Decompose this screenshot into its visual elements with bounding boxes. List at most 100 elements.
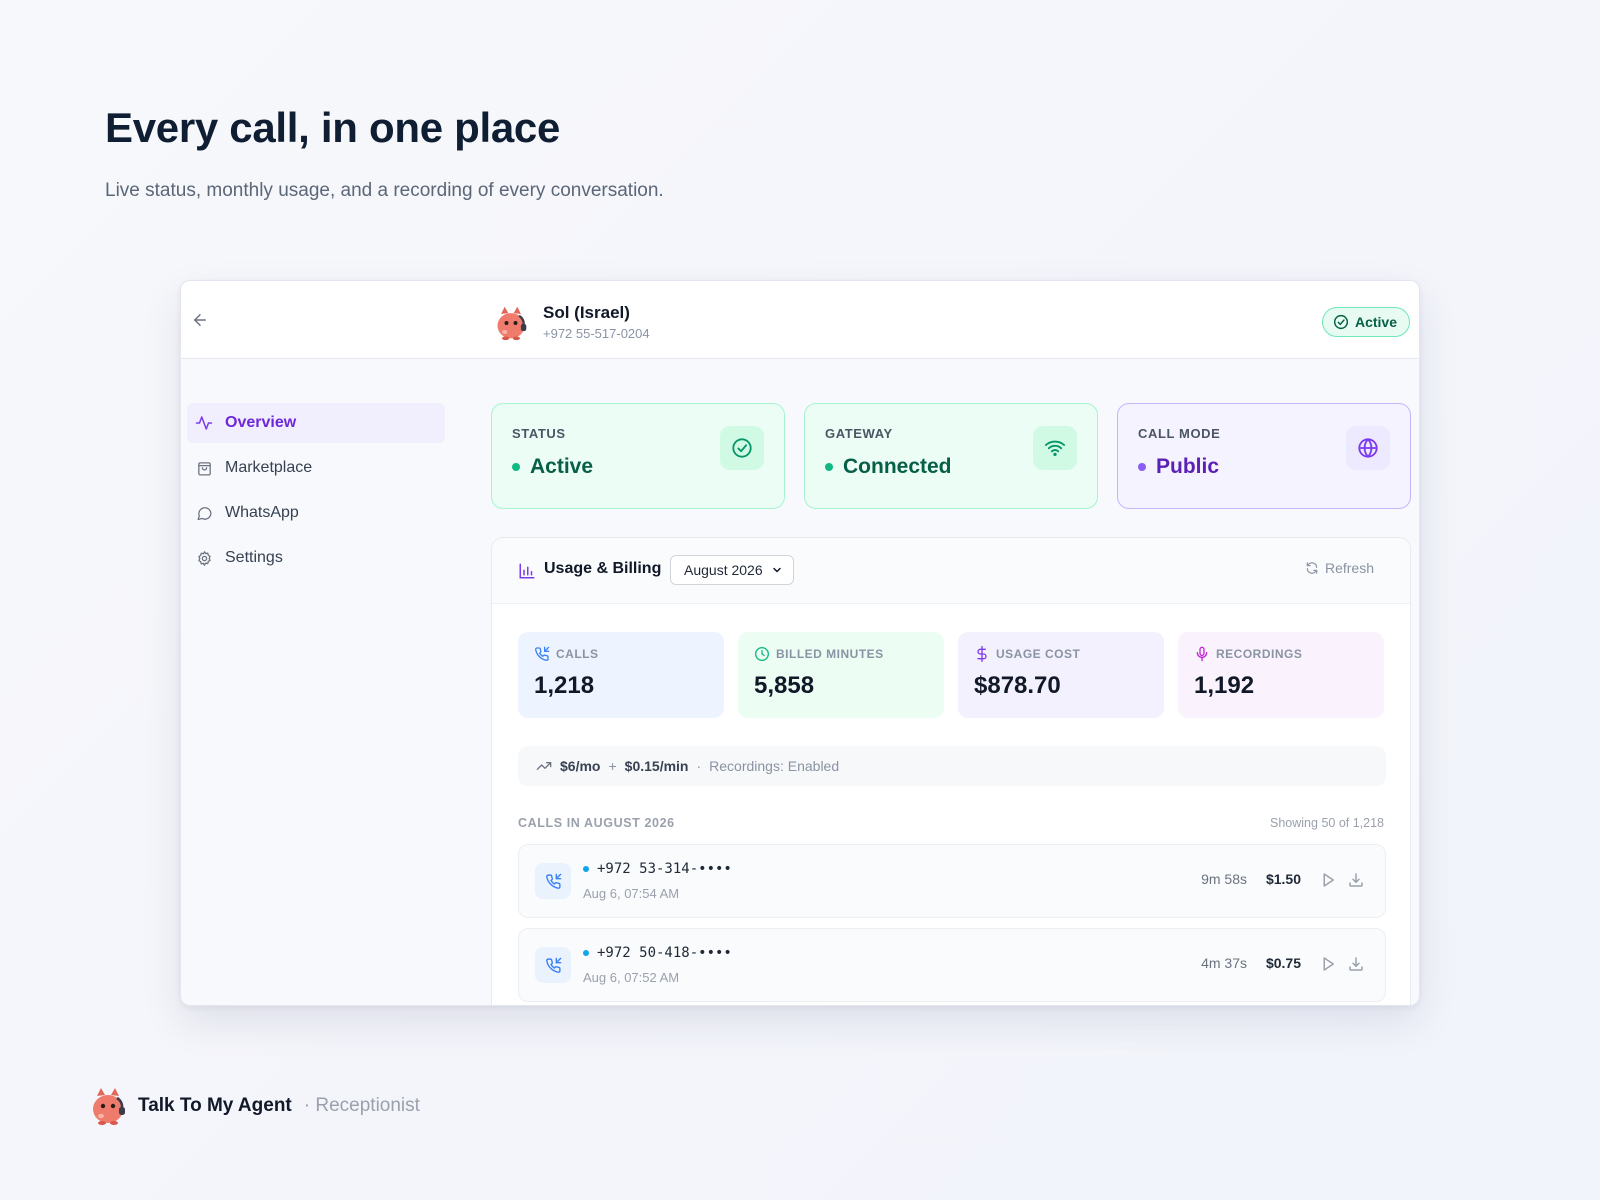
download-icon[interactable] bbox=[1347, 955, 1365, 973]
mic-icon bbox=[1196, 646, 1208, 662]
metric-label-row: BILLED MINUTES bbox=[754, 646, 928, 662]
message-circle-icon bbox=[195, 504, 213, 522]
call-mode-card: CALL MODE Public bbox=[1117, 403, 1411, 509]
call-status-dot bbox=[583, 866, 589, 872]
call-number-row: +972 53-314-•••• bbox=[583, 861, 732, 877]
call-cost: $0.75 bbox=[1265, 955, 1301, 971]
call-duration: 4m 37s bbox=[1201, 955, 1247, 971]
call-number: +972 53-314-•••• bbox=[597, 861, 732, 877]
download-icon[interactable] bbox=[1347, 871, 1365, 889]
usage-billing-panel: Usage & Billing August 2026 Refresh CALL… bbox=[491, 537, 1411, 1005]
back-button[interactable] bbox=[187, 307, 213, 333]
price-separator: · bbox=[696, 758, 702, 774]
status-dot bbox=[512, 463, 520, 471]
metric-value: 5,858 bbox=[754, 672, 815, 699]
status-value: Active bbox=[530, 455, 594, 478]
refresh-label: Refresh bbox=[1324, 560, 1374, 576]
globe-icon bbox=[1346, 426, 1390, 470]
brand-name: Talk To My Agent bbox=[138, 1095, 292, 1116]
call-time: Aug 6, 07:52 AM bbox=[583, 970, 680, 985]
metric-label-row: USAGE COST bbox=[974, 646, 1148, 662]
status-dot bbox=[825, 463, 833, 471]
sidebar-nav: Overview Marketplace WhatsApp Settings bbox=[187, 403, 445, 583]
refresh-button[interactable]: Refresh bbox=[1305, 560, 1374, 576]
metric-usage-cost: USAGE COST $878.70 bbox=[958, 632, 1164, 718]
status-badge: Active bbox=[1321, 307, 1410, 337]
call-number: +972 50-418-•••• bbox=[597, 945, 732, 961]
metric-label: USAGE COST bbox=[996, 647, 1081, 661]
metric-label-row: CALLS bbox=[534, 646, 708, 662]
clock-icon bbox=[755, 647, 769, 661]
metric-label: RECORDINGS bbox=[1216, 647, 1303, 661]
call-status-dot bbox=[583, 950, 589, 956]
sidebar-item-label: Marketplace bbox=[225, 459, 313, 476]
billing-header: Usage & Billing August 2026 Refresh bbox=[492, 538, 1410, 604]
call-row[interactable]: +972 53-314-•••• Aug 6, 07:54 AM 9m 58s … bbox=[518, 844, 1386, 918]
check-circle-icon bbox=[1333, 314, 1349, 330]
status-dot bbox=[1138, 463, 1146, 471]
metric-value: 1,192 bbox=[1194, 672, 1255, 699]
call-time: Aug 6, 07:54 AM bbox=[583, 886, 680, 901]
wifi-icon bbox=[1033, 426, 1077, 470]
refresh-icon bbox=[1306, 562, 1318, 574]
call-row[interactable]: +972 50-418-•••• Aug 6, 07:52 AM 4m 37s … bbox=[518, 928, 1386, 1002]
billing-title: Usage & Billing bbox=[544, 560, 662, 577]
sidebar-item-marketplace[interactable]: Marketplace bbox=[187, 448, 445, 488]
sidebar-item-label: Overview bbox=[225, 414, 297, 431]
pricing-summary: $6/mo + $0.15/min · Recordings: Enabled bbox=[518, 746, 1386, 786]
recordings-setting: Recordings: Enabled bbox=[709, 758, 840, 774]
agent-phone: +972 55-517-0204 bbox=[543, 326, 650, 341]
metric-value: $878.70 bbox=[974, 672, 1061, 699]
phone-incoming-icon bbox=[535, 947, 571, 983]
hero-subtitle: Live status, monthly usage, and a record… bbox=[105, 180, 664, 201]
brand-product: · Receptionist bbox=[303, 1095, 420, 1116]
status-card: STATUS Active bbox=[491, 403, 785, 509]
gateway-card: GATEWAY Connected bbox=[804, 403, 1098, 509]
play-icon[interactable] bbox=[1319, 955, 1337, 973]
metric-value: 1,218 bbox=[534, 672, 595, 699]
calls-section-label: CALLS IN AUGUST 2026 bbox=[518, 816, 675, 830]
arrow-left-icon bbox=[194, 314, 206, 326]
agent-avatar bbox=[497, 306, 527, 341]
metric-label: CALLS bbox=[556, 647, 599, 661]
sidebar-item-overview[interactable]: Overview bbox=[187, 403, 445, 443]
bar-chart-icon bbox=[518, 562, 536, 585]
call-cost: $1.50 bbox=[1265, 871, 1301, 887]
metric-billed-minutes: BILLED MINUTES 5,858 bbox=[738, 632, 944, 718]
metric-label: BILLED MINUTES bbox=[776, 647, 884, 661]
play-icon[interactable] bbox=[1319, 871, 1337, 889]
top-bar: Sol (Israel) +972 55-517-0204 Active bbox=[181, 281, 1419, 359]
chevron-down-icon bbox=[773, 567, 781, 573]
gear-icon bbox=[195, 549, 213, 567]
gateway-value: Connected bbox=[843, 455, 952, 478]
brand-footer: Talk To My Agent · Receptionist bbox=[88, 1086, 420, 1126]
agent-name: Sol (Israel) bbox=[543, 303, 630, 322]
metric-label-row: RECORDINGS bbox=[1194, 646, 1368, 662]
call-mode-value: Public bbox=[1156, 455, 1220, 478]
call-number-row: +972 50-418-•••• bbox=[583, 945, 732, 961]
shopping-bag-icon bbox=[195, 459, 213, 477]
sidebar-item-settings[interactable]: Settings bbox=[187, 538, 445, 578]
trending-up-icon bbox=[536, 762, 552, 770]
status-badge-label: Active bbox=[1354, 314, 1397, 330]
month-select[interactable]: August 2026 bbox=[670, 555, 794, 585]
month-select-value: August 2026 bbox=[684, 562, 763, 578]
phone-incoming-icon bbox=[535, 646, 550, 661]
phone-incoming-icon bbox=[535, 863, 571, 899]
sidebar-item-label: WhatsApp bbox=[225, 504, 299, 521]
sidebar-item-label: Settings bbox=[225, 549, 283, 566]
call-duration: 9m 58s bbox=[1201, 871, 1247, 887]
metric-recordings: RECORDINGS 1,192 bbox=[1178, 632, 1384, 718]
calls-count-label: Showing 50 of 1,218 bbox=[1270, 816, 1384, 830]
metric-calls: CALLS 1,218 bbox=[518, 632, 724, 718]
monthly-price: $6/mo bbox=[560, 758, 601, 774]
activity-icon bbox=[195, 414, 213, 432]
check-circle-icon bbox=[720, 426, 764, 470]
hero-title: Every call, in one place bbox=[105, 104, 561, 151]
price-plus: + bbox=[608, 758, 617, 774]
sidebar-item-whatsapp[interactable]: WhatsApp bbox=[187, 493, 445, 533]
brand-logo bbox=[93, 1088, 125, 1125]
app-window: Sol (Israel) +972 55-517-0204 Active Ove… bbox=[180, 280, 1420, 1006]
per-minute-price: $0.15/min bbox=[624, 758, 689, 774]
dollar-icon bbox=[977, 646, 987, 662]
